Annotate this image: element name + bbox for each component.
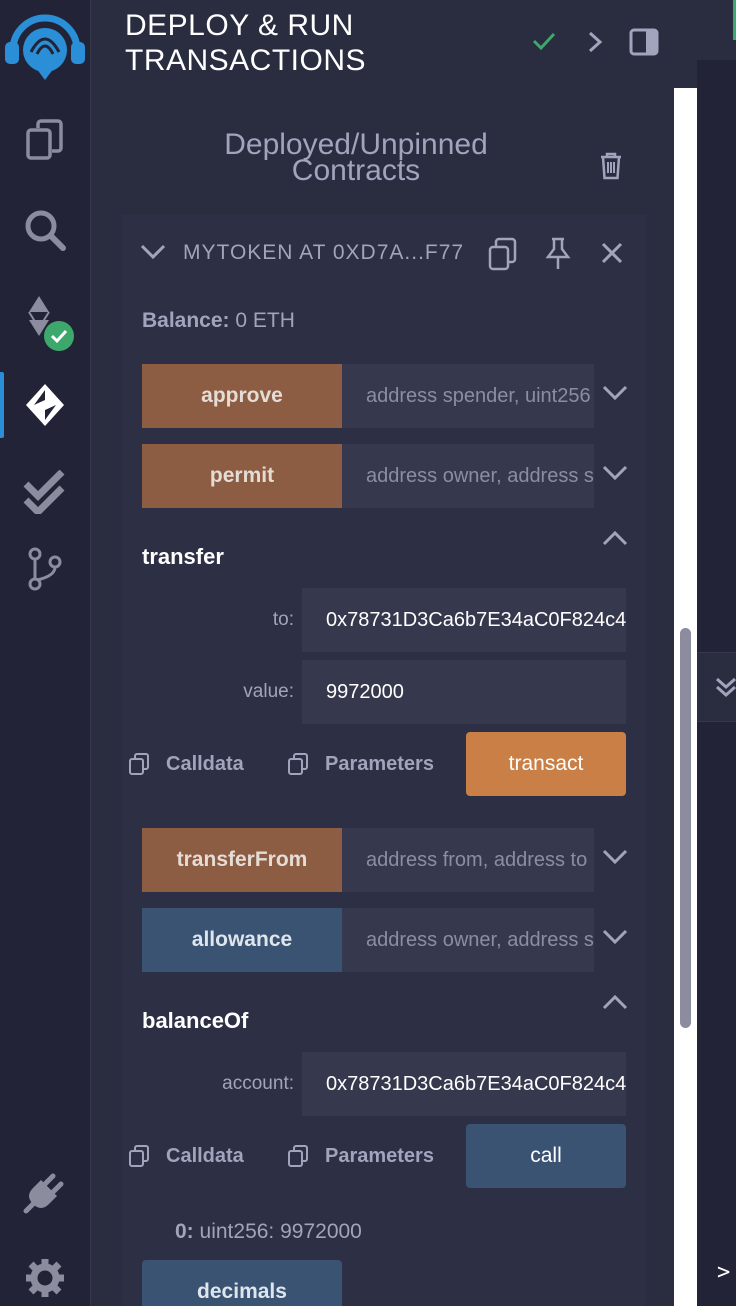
balanceof-result: 0: uint256: 9972000: [175, 1220, 362, 1244]
transfer-value-label: value:: [243, 681, 294, 702]
chevron-down-icon[interactable]: [602, 926, 628, 951]
pin-icon[interactable]: [544, 237, 572, 276]
transfer-parameters-copy[interactable]: Parameters: [287, 752, 434, 776]
git-icon[interactable]: [0, 546, 90, 592]
function-row-decimals: decimals: [142, 1260, 594, 1306]
icon-rail: [0, 0, 91, 1306]
copy-icon: [129, 753, 149, 775]
approve-input[interactable]: address spender, uint256 value: [342, 364, 594, 428]
deploy-run-panel: DEPLOY & RUN TRANSACTIONS Deployed/Unpin…: [91, 0, 697, 1306]
calldata-label: Calldata: [166, 752, 244, 775]
function-row-approve: approve address spender, uint256 value: [142, 364, 628, 428]
transferfrom-button[interactable]: transferFrom: [142, 828, 342, 892]
panel-title-line1: DEPLOY & RUN: [125, 9, 354, 42]
balanceof-account-label: account:: [222, 1073, 294, 1094]
copy-icon: [288, 1145, 308, 1167]
contract-card: MYTOKEN AT 0XD7A...F77 Balance: 0 ETH ap…: [122, 215, 646, 1306]
chevron-down-icon[interactable]: [602, 846, 628, 871]
balance-value: 0 ETH: [235, 309, 295, 332]
copy-icon: [288, 753, 308, 775]
function-row-permit: permit address owner, address spender: [142, 444, 628, 508]
transfer-to-label: to:: [272, 609, 294, 630]
chevron-up-icon[interactable]: [602, 993, 628, 1018]
permit-input[interactable]: address owner, address spender: [342, 444, 594, 508]
allowance-button[interactable]: allowance: [142, 908, 342, 972]
plugin-manager-icon[interactable]: [0, 1170, 90, 1214]
balanceof-calldata-copy[interactable]: Calldata: [128, 1144, 244, 1168]
balanceof-account-input[interactable]: 0x78731D3Ca6b7E34aC0F824c42a7cC18A495cab…: [302, 1052, 626, 1116]
search-icon[interactable]: [0, 208, 90, 252]
copy-icon: [129, 1145, 149, 1167]
chevrons-down-icon[interactable]: [715, 675, 736, 704]
function-row-allowance: allowance address owner, address spender: [142, 908, 628, 972]
deployed-contracts-heading: Deployed/Unpinned Contracts: [201, 130, 511, 187]
contract-name: MYTOKEN AT 0XD7A...F77: [183, 241, 465, 264]
transfer-title: transfer: [142, 544, 224, 569]
decimals-button[interactable]: decimals: [142, 1260, 342, 1306]
solidity-compiler-icon[interactable]: [0, 292, 90, 352]
calldata-label: Calldata: [166, 1144, 244, 1167]
settings-icon[interactable]: [0, 1258, 90, 1298]
copy-icon[interactable]: [486, 237, 518, 276]
panel-title: DEPLOY & RUN TRANSACTIONS: [125, 8, 366, 78]
balanceof-parameters-copy[interactable]: Parameters: [287, 1144, 434, 1168]
trash-icon[interactable]: [599, 152, 623, 185]
balance-label: Balance:: [142, 309, 230, 332]
transfer-value-input[interactable]: 9972000: [302, 660, 626, 724]
transact-button[interactable]: transact: [466, 732, 626, 796]
balanceof-title: balanceOf: [142, 1008, 249, 1033]
parameters-label: Parameters: [325, 1144, 434, 1167]
deployed-heading-line2: Contracts: [291, 154, 421, 187]
dock-panel-icon[interactable]: [629, 28, 659, 61]
close-icon[interactable]: [600, 241, 624, 270]
chevron-down-icon[interactable]: [602, 382, 628, 407]
result-index: 0:: [175, 1220, 194, 1243]
file-explorer-icon[interactable]: [0, 118, 90, 162]
balance-readout: Balance: 0 ETH: [142, 309, 295, 333]
scrollbar-thumb[interactable]: [680, 628, 691, 1028]
chevron-right-icon[interactable]: [587, 30, 603, 59]
editor-tab-strip: [697, 0, 736, 60]
chevron-down-icon[interactable]: [602, 462, 628, 487]
call-button[interactable]: call: [466, 1124, 626, 1188]
transferfrom-input[interactable]: address from, address to: [342, 828, 594, 892]
chevron-down-icon[interactable]: [140, 241, 166, 266]
function-row-transferfrom: transferFrom address from, address to: [142, 828, 628, 892]
allowance-input[interactable]: address owner, address spender: [342, 908, 594, 972]
panel-title-line2: TRANSACTIONS: [125, 44, 367, 77]
editor-panel-edge: >: [697, 0, 736, 1306]
deploy-run-icon[interactable]: [0, 382, 90, 428]
terminal-prompt[interactable]: >: [717, 1260, 730, 1285]
terminal-header: [697, 652, 736, 722]
chevron-up-icon[interactable]: [602, 529, 628, 554]
remix-logo-icon[interactable]: [0, 8, 90, 84]
check-icon: [531, 30, 557, 57]
testing-icon[interactable]: [0, 470, 90, 514]
transfer-calldata-copy[interactable]: Calldata: [128, 752, 244, 776]
permit-button[interactable]: permit: [142, 444, 342, 508]
parameters-label: Parameters: [325, 752, 434, 775]
transfer-to-input[interactable]: 0x78731D3Ca6b7E34aC0F824c42a7cC18A495cab…: [302, 588, 626, 652]
approve-button[interactable]: approve: [142, 364, 342, 428]
result-value: uint256: 9972000: [199, 1220, 362, 1243]
